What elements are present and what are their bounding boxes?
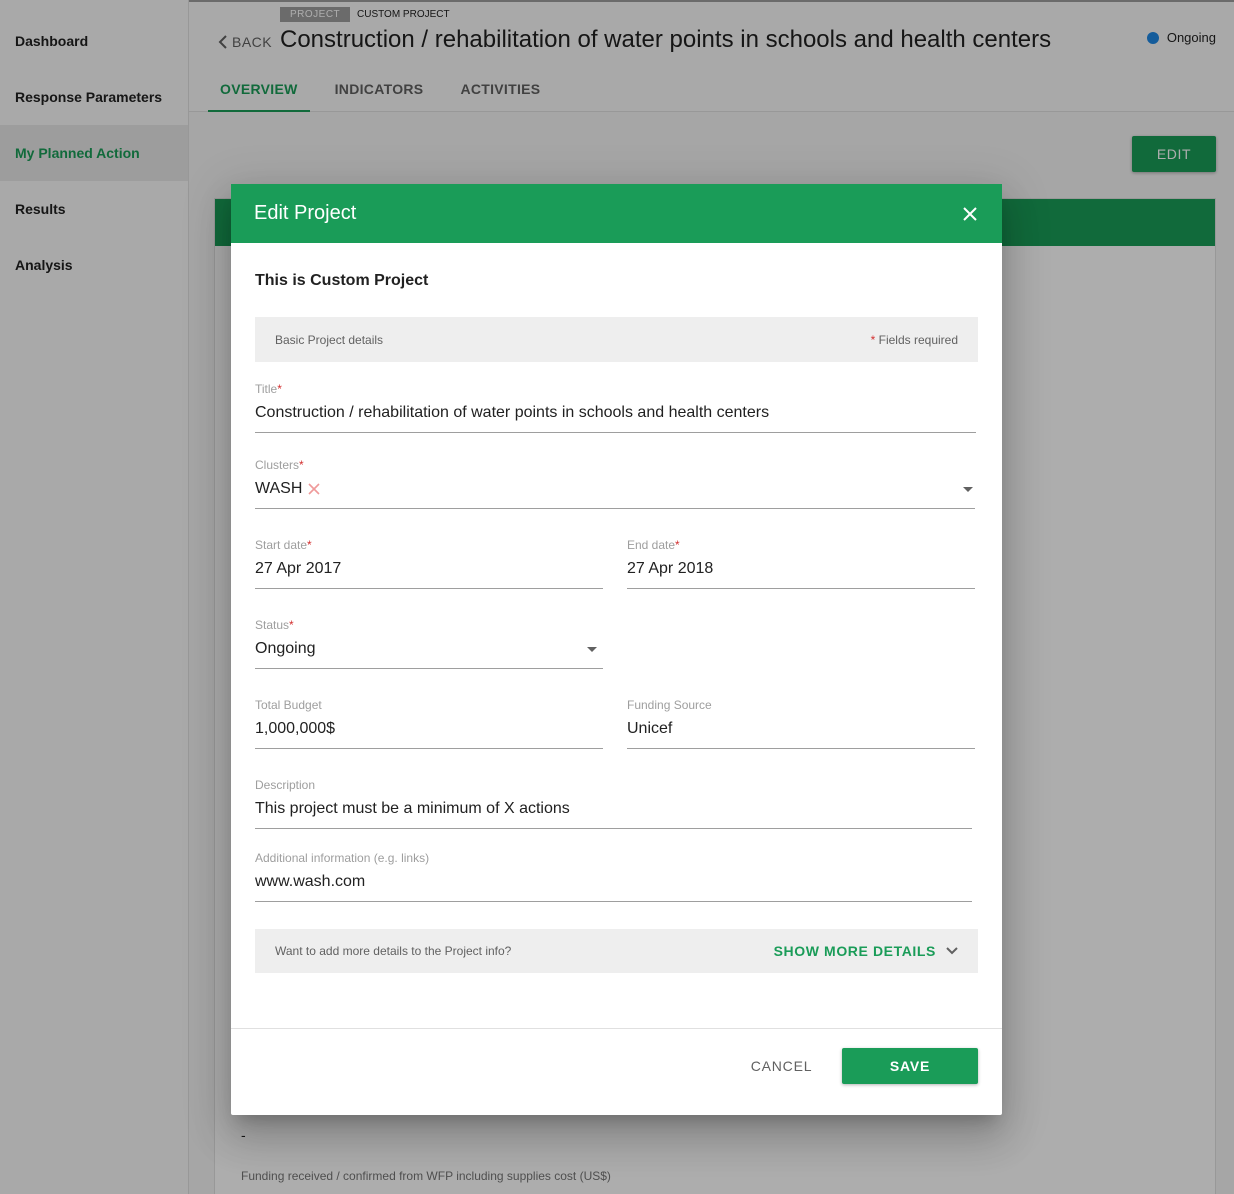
- field-label: Title*: [255, 381, 976, 397]
- field-label-text: Description: [255, 778, 316, 792]
- footer-divider: [231, 1028, 1002, 1029]
- field-label: Start date*: [255, 537, 603, 553]
- field-label-text: Funding Source: [627, 698, 712, 712]
- close-icon: [963, 206, 977, 221]
- clusters-field[interactable]: Clusters* WASH: [255, 457, 975, 509]
- total-budget-input[interactable]: 1,000,000$: [255, 716, 603, 742]
- start-date-input[interactable]: 27 Apr 2017: [255, 556, 603, 582]
- edit-project-dialog: Edit Project This is Custom Project Basi…: [231, 184, 1002, 1115]
- dropdown-arrow-icon[interactable]: [587, 647, 597, 652]
- required-star-icon: *: [299, 458, 304, 472]
- start-date-field[interactable]: Start date* 27 Apr 2017: [255, 537, 603, 589]
- field-label: Status*: [255, 617, 603, 633]
- field-underline: [255, 901, 972, 902]
- required-star-icon: *: [289, 618, 294, 632]
- field-underline: [627, 748, 975, 749]
- additional-info-input[interactable]: www.wash.com: [255, 869, 972, 895]
- show-more-label: SHOW MORE DETAILS: [773, 943, 936, 959]
- show-more-details-button[interactable]: SHOW MORE DETAILS: [774, 943, 958, 959]
- more-details-prompt: Want to add more details to the Project …: [275, 944, 512, 958]
- field-underline: [255, 432, 976, 433]
- field-label: Additional information (e.g. links): [255, 850, 972, 866]
- field-underline: [255, 748, 603, 749]
- title-field[interactable]: Title* Construction / rehabilitation of …: [255, 381, 976, 433]
- title-input[interactable]: Construction / rehabilitation of water p…: [255, 400, 976, 426]
- required-star-icon: *: [307, 538, 312, 552]
- chevron-down-icon: [946, 947, 958, 955]
- field-underline: [255, 588, 603, 589]
- end-date-input[interactable]: 27 Apr 2018: [627, 556, 975, 582]
- field-label: Clusters*: [255, 457, 975, 473]
- status-select[interactable]: Ongoing: [255, 636, 603, 662]
- field-label-text: Status: [255, 618, 290, 632]
- field-label-text: Additional information (e.g. links): [255, 851, 430, 865]
- field-label-text: Clusters: [255, 458, 300, 472]
- save-button[interactable]: SAVE: [842, 1048, 978, 1084]
- additional-info-field[interactable]: Additional information (e.g. links) www.…: [255, 850, 972, 902]
- field-underline: [255, 508, 975, 509]
- close-button[interactable]: [958, 202, 982, 226]
- field-underline: [255, 668, 603, 669]
- required-note-text: Fields required: [878, 332, 958, 347]
- field-underline: [627, 588, 975, 589]
- end-date-field[interactable]: End date* 27 Apr 2018: [627, 537, 975, 589]
- status-field[interactable]: Status* Ongoing: [255, 617, 603, 669]
- required-star-icon: *: [675, 538, 680, 552]
- field-label-text: Total Budget: [255, 698, 322, 712]
- dialog-title: Edit Project: [254, 202, 357, 224]
- required-star-icon: *: [277, 382, 282, 396]
- total-budget-field[interactable]: Total Budget 1,000,000$: [255, 697, 603, 749]
- required-star-icon: *: [870, 332, 876, 347]
- section-header: Basic Project details * Fields required: [255, 317, 978, 362]
- remove-chip-icon[interactable]: [308, 483, 320, 495]
- section-title: Basic Project details: [275, 332, 384, 347]
- cluster-chip: WASH: [255, 480, 303, 497]
- description-input[interactable]: This project must be a minimum of X acti…: [255, 796, 972, 822]
- field-label: Description: [255, 777, 972, 793]
- clusters-select[interactable]: WASH: [255, 476, 975, 502]
- description-field[interactable]: Description This project must be a minim…: [255, 777, 972, 829]
- dropdown-arrow-icon[interactable]: [963, 487, 973, 492]
- required-note: * Fields required: [871, 333, 958, 347]
- field-label-text: End date: [627, 538, 676, 552]
- field-label-text: Start date: [255, 538, 308, 552]
- field-label: End date*: [627, 537, 975, 553]
- cancel-button[interactable]: CANCEL: [729, 1048, 834, 1084]
- funding-source-input[interactable]: Unicef: [627, 716, 975, 742]
- field-underline: [255, 828, 972, 829]
- funding-source-field[interactable]: Funding Source Unicef: [627, 697, 975, 749]
- field-label: Total Budget: [255, 697, 603, 713]
- field-label-text: Title: [255, 382, 278, 396]
- field-label: Funding Source: [627, 697, 975, 713]
- dialog-header: Edit Project: [231, 184, 1002, 243]
- dialog-subtitle: This is Custom Project: [255, 272, 429, 289]
- more-details-bar: Want to add more details to the Project …: [255, 929, 978, 973]
